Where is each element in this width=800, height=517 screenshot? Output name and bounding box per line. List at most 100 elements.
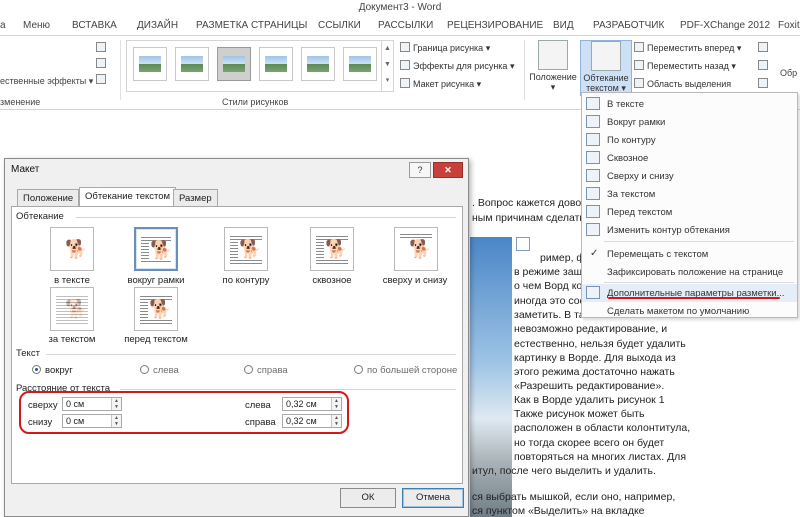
align-icon[interactable] [758, 42, 771, 53]
wrap-top-bottom-icon [586, 169, 600, 182]
wrap-text-icon [591, 41, 621, 71]
layout-options-icon[interactable] [516, 237, 530, 251]
document-text-line: заметить. В та [514, 309, 585, 321]
menu-separator [604, 241, 794, 242]
wrap-option-behind[interactable]: 🐕 [50, 287, 94, 331]
menu-item-edit-wrap-points[interactable]: Изменить контур обтекания [582, 221, 797, 239]
menu-item-top-bottom[interactable]: Сверху и снизу [582, 167, 797, 185]
ok-button[interactable]: ОК [340, 488, 396, 508]
tab-size[interactable]: Размер [173, 189, 218, 206]
picture-style-thumb[interactable] [259, 47, 293, 81]
gallery-scrollbar[interactable]: ▲ ▼ ▾ [381, 41, 393, 91]
menu-item-square[interactable]: Вокруг рамки [582, 113, 797, 131]
radio-dot-selected [32, 365, 41, 374]
gallery-more-icon[interactable]: ▾ [382, 73, 393, 89]
picture-style-thumb-selected[interactable] [217, 47, 251, 81]
tab-menu[interactable]: Меню [23, 20, 50, 31]
tab-text-wrapping[interactable]: Обтекание текстом [79, 187, 177, 207]
menu-item-fix-position[interactable]: Зафиксировать положение на странице [582, 263, 797, 281]
tab-references[interactable]: ССЫЛКИ [318, 20, 361, 31]
picture-styles-gallery: ▲ ▼ ▾ [126, 40, 394, 92]
section-divider [46, 354, 456, 355]
wrap-option-square-selected[interactable]: 🐕 [134, 227, 178, 271]
document-text-line: Также рисунок может быть [514, 408, 645, 420]
wrap-option-through[interactable]: 🐕 [310, 227, 354, 271]
document-text-line: «Разрешить редактирование». [514, 380, 665, 392]
change-picture-icon[interactable] [96, 58, 109, 69]
document-text-line: в режиме защ [514, 266, 583, 278]
wrap-option-in-front[interactable]: 🐕 [134, 287, 178, 331]
tab-design[interactable]: ДИЗАЙН [137, 20, 178, 31]
picture-style-thumb[interactable] [343, 47, 377, 81]
tab-foxit[interactable]: Foxit [778, 20, 800, 31]
tab-pdf-xchange[interactable]: PDF-XChange 2012 [680, 20, 770, 31]
chevron-down-icon: ▾ [736, 43, 742, 53]
scroll-up-icon[interactable]: ▲ [382, 41, 393, 57]
highlight-underline [608, 297, 780, 299]
document-text-line: этого режима достаточно нажать [514, 366, 675, 378]
cancel-button[interactable]: Отмена [402, 488, 464, 508]
scroll-down-icon[interactable]: ▼ [382, 57, 393, 73]
radio-right[interactable]: справа [244, 365, 288, 376]
menu-item-in-line[interactable]: В тексте [582, 95, 797, 113]
picture-effects-button[interactable]: Эффекты для рисунка ▾ [400, 60, 514, 72]
ribbon-separator [524, 40, 525, 100]
tab-view[interactable]: ВИД [553, 20, 574, 31]
tab-developer[interactable]: РАЗРАБОТЧИК [593, 20, 664, 31]
send-backward-button[interactable]: Переместить назад ▾ [634, 60, 736, 72]
radio-largest-side[interactable]: по большей стороне [354, 365, 457, 376]
document-text-line: расположен в области колонтитула, [514, 422, 691, 434]
compress-pictures-icon[interactable] [96, 42, 109, 53]
document-text-line: но тогда скорее всего он будет [514, 437, 665, 449]
dog-icon: 🐕 [324, 239, 349, 259]
menu-item-more-layout-options[interactable]: Дополнительные параметры разметки... [582, 284, 797, 302]
picture-style-thumb[interactable] [175, 47, 209, 81]
tab-page-layout[interactable]: РАЗМЕТКА СТРАНИЦЫ [196, 20, 307, 31]
chevron-down-icon: ▾ [485, 43, 491, 53]
wrap-option-top-bottom[interactable]: 🐕 [394, 227, 438, 271]
artistic-effects-button[interactable]: ественные эффекты ▾ [0, 76, 93, 87]
tab-insert[interactable]: ВСТАВКА [72, 20, 117, 31]
wrap-text-menu: В тексте Вокруг рамки По контуру Сквозно… [581, 92, 798, 318]
highlight-frame [19, 391, 349, 434]
picture-effects-icon [400, 60, 410, 70]
picture-style-thumb[interactable] [301, 47, 335, 81]
document-text-line: ся выбрать мышкой, если оно, например, [472, 491, 676, 503]
wrap-option-tight[interactable]: 🐕 [224, 227, 268, 271]
menu-item-behind-text[interactable]: За текстом [582, 185, 797, 203]
menu-item-set-as-default[interactable]: Сделать макетом по умолчанию [582, 302, 797, 320]
wrap-option-label: вокруг рамки [127, 275, 185, 286]
text-wrapping-panel: Обтекание 🐕 в тексте 🐕 вокруг рамки 🐕 по… [11, 206, 463, 484]
reset-picture-icon[interactable] [96, 74, 109, 85]
rotate-icon[interactable] [758, 78, 771, 89]
bring-forward-button[interactable]: Переместить вперед ▾ [634, 42, 741, 54]
wrap-text-button[interactable]: Обтекание текстом ▾ [580, 40, 632, 96]
menu-item-move-with-text[interactable]: ✓ Перемещать с текстом [582, 245, 797, 263]
menu-item-tight[interactable]: По контуру [582, 131, 797, 149]
radio-left[interactable]: слева [140, 365, 179, 376]
position-button[interactable]: Положение ▾ [528, 40, 578, 93]
picture-layout-button[interactable]: Макет рисунка ▾ [400, 78, 481, 90]
document-text-line: Как в Ворде удалить рисунок 1 [514, 394, 665, 406]
menu-item-through[interactable]: Сквозное [582, 149, 797, 167]
tab-review[interactable]: РЕЦЕНЗИРОВАНИЕ [447, 20, 543, 31]
menu-item-in-front[interactable]: Перед текстом [582, 203, 797, 221]
chevron-down-icon: ▾ [731, 61, 736, 71]
wrap-option-label: в тексте [54, 275, 90, 286]
help-button[interactable]: ? [409, 162, 431, 178]
crop-button-label[interactable]: Обр [780, 68, 797, 78]
wrap-tight-icon [586, 133, 600, 146]
picture-border-button[interactable]: Граница рисунка ▾ [400, 42, 490, 54]
selection-pane-button[interactable]: Область выделения [634, 78, 731, 89]
radio-both-sides[interactable]: вокруг [32, 365, 73, 376]
document-text-line: . Вопрос кажется довол [472, 197, 588, 209]
tab-mailings[interactable]: РАССЫЛКИ [378, 20, 433, 31]
picture-style-thumb[interactable] [133, 47, 167, 81]
picture-styles-group-label: Стили рисунков [222, 97, 289, 107]
group-icon[interactable] [758, 60, 771, 71]
tab-file[interactable]: а [0, 20, 6, 31]
close-icon[interactable]: ✕ [433, 162, 463, 178]
wrap-option-inline[interactable]: 🐕 [50, 227, 94, 271]
wrap-section-label: Обтекание [16, 211, 64, 222]
tab-position[interactable]: Положение [17, 189, 80, 206]
